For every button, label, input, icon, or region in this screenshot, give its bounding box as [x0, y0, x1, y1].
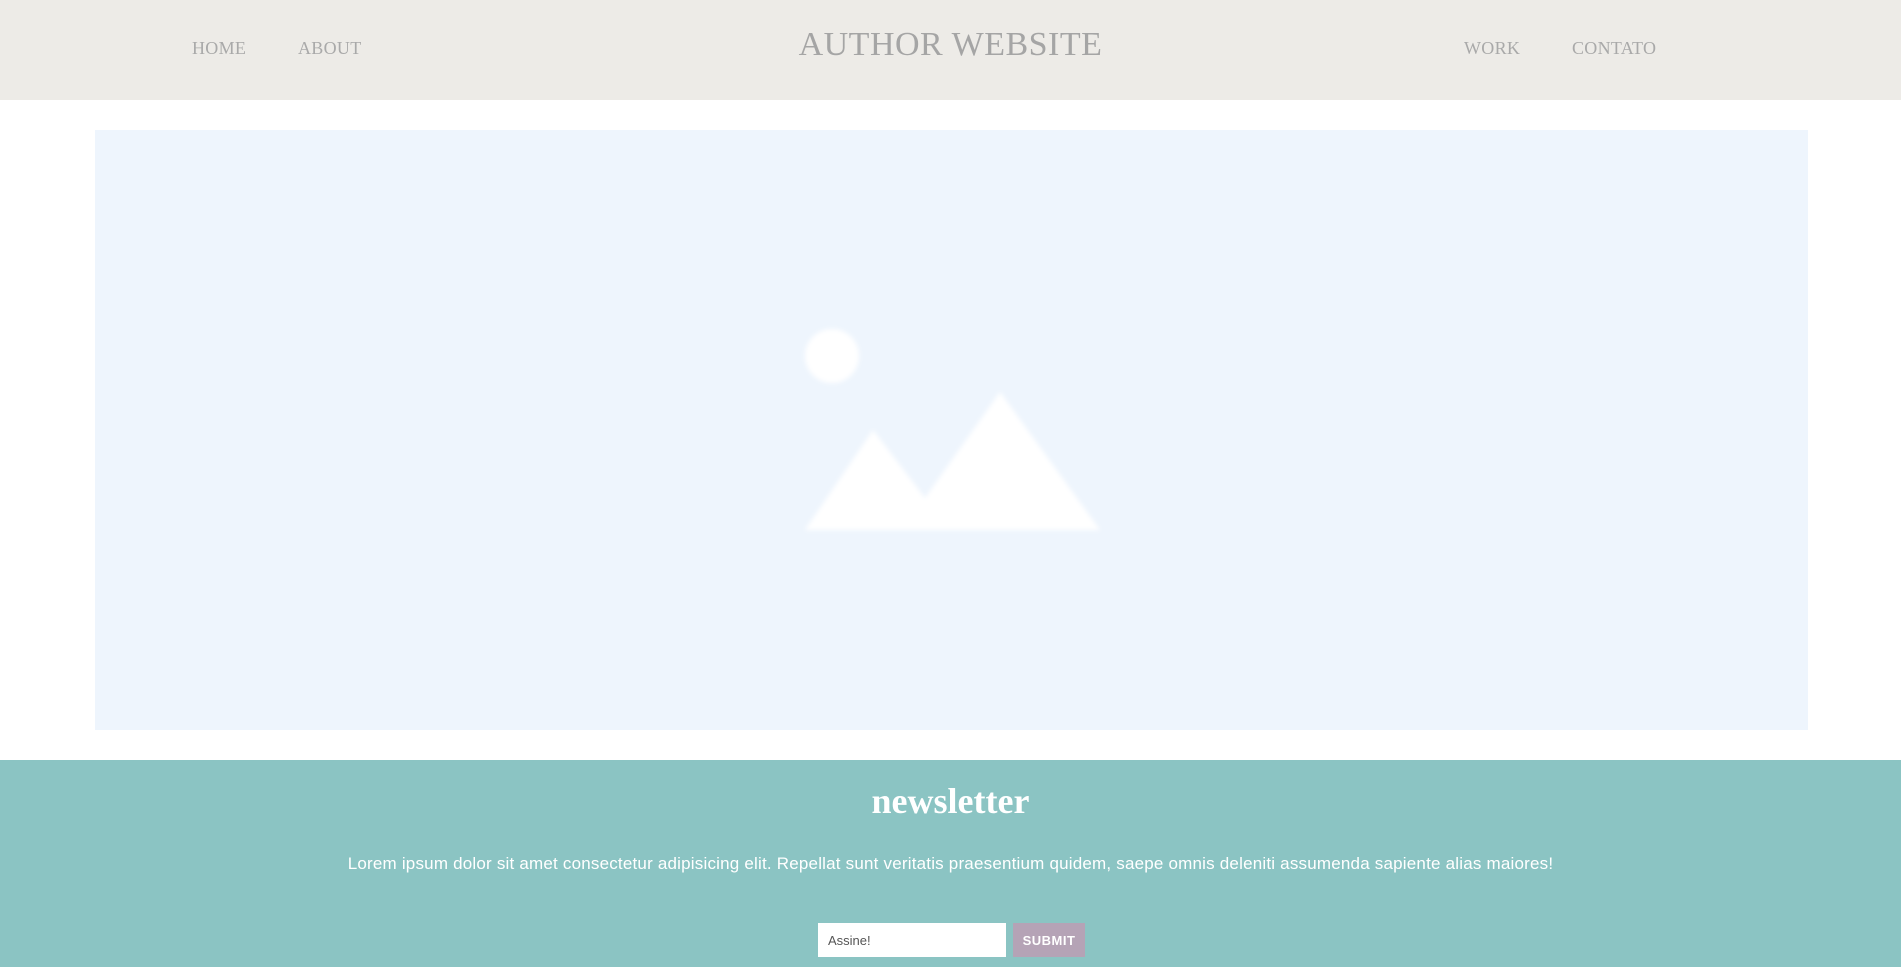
- newsletter-email-input[interactable]: [818, 923, 1006, 957]
- site-header: HOME ABOUT AUTHOR WEBSITE WORK CONTATO: [0, 0, 1901, 100]
- image-placeholder-icon: [805, 329, 1100, 530]
- hero-image-placeholder: [95, 130, 1808, 730]
- newsletter-description: Lorem ipsum dolor sit amet consectetur a…: [347, 854, 1554, 873]
- nav-contato-link[interactable]: CONTATO: [1572, 38, 1656, 59]
- newsletter-section: newsletter Lorem ipsum dolor sit amet co…: [0, 760, 1901, 967]
- newsletter-title: newsletter: [871, 781, 1030, 821]
- newsletter-submit-button[interactable]: SUBMIT: [1013, 923, 1085, 957]
- nav-work-link[interactable]: WORK: [1464, 38, 1520, 59]
